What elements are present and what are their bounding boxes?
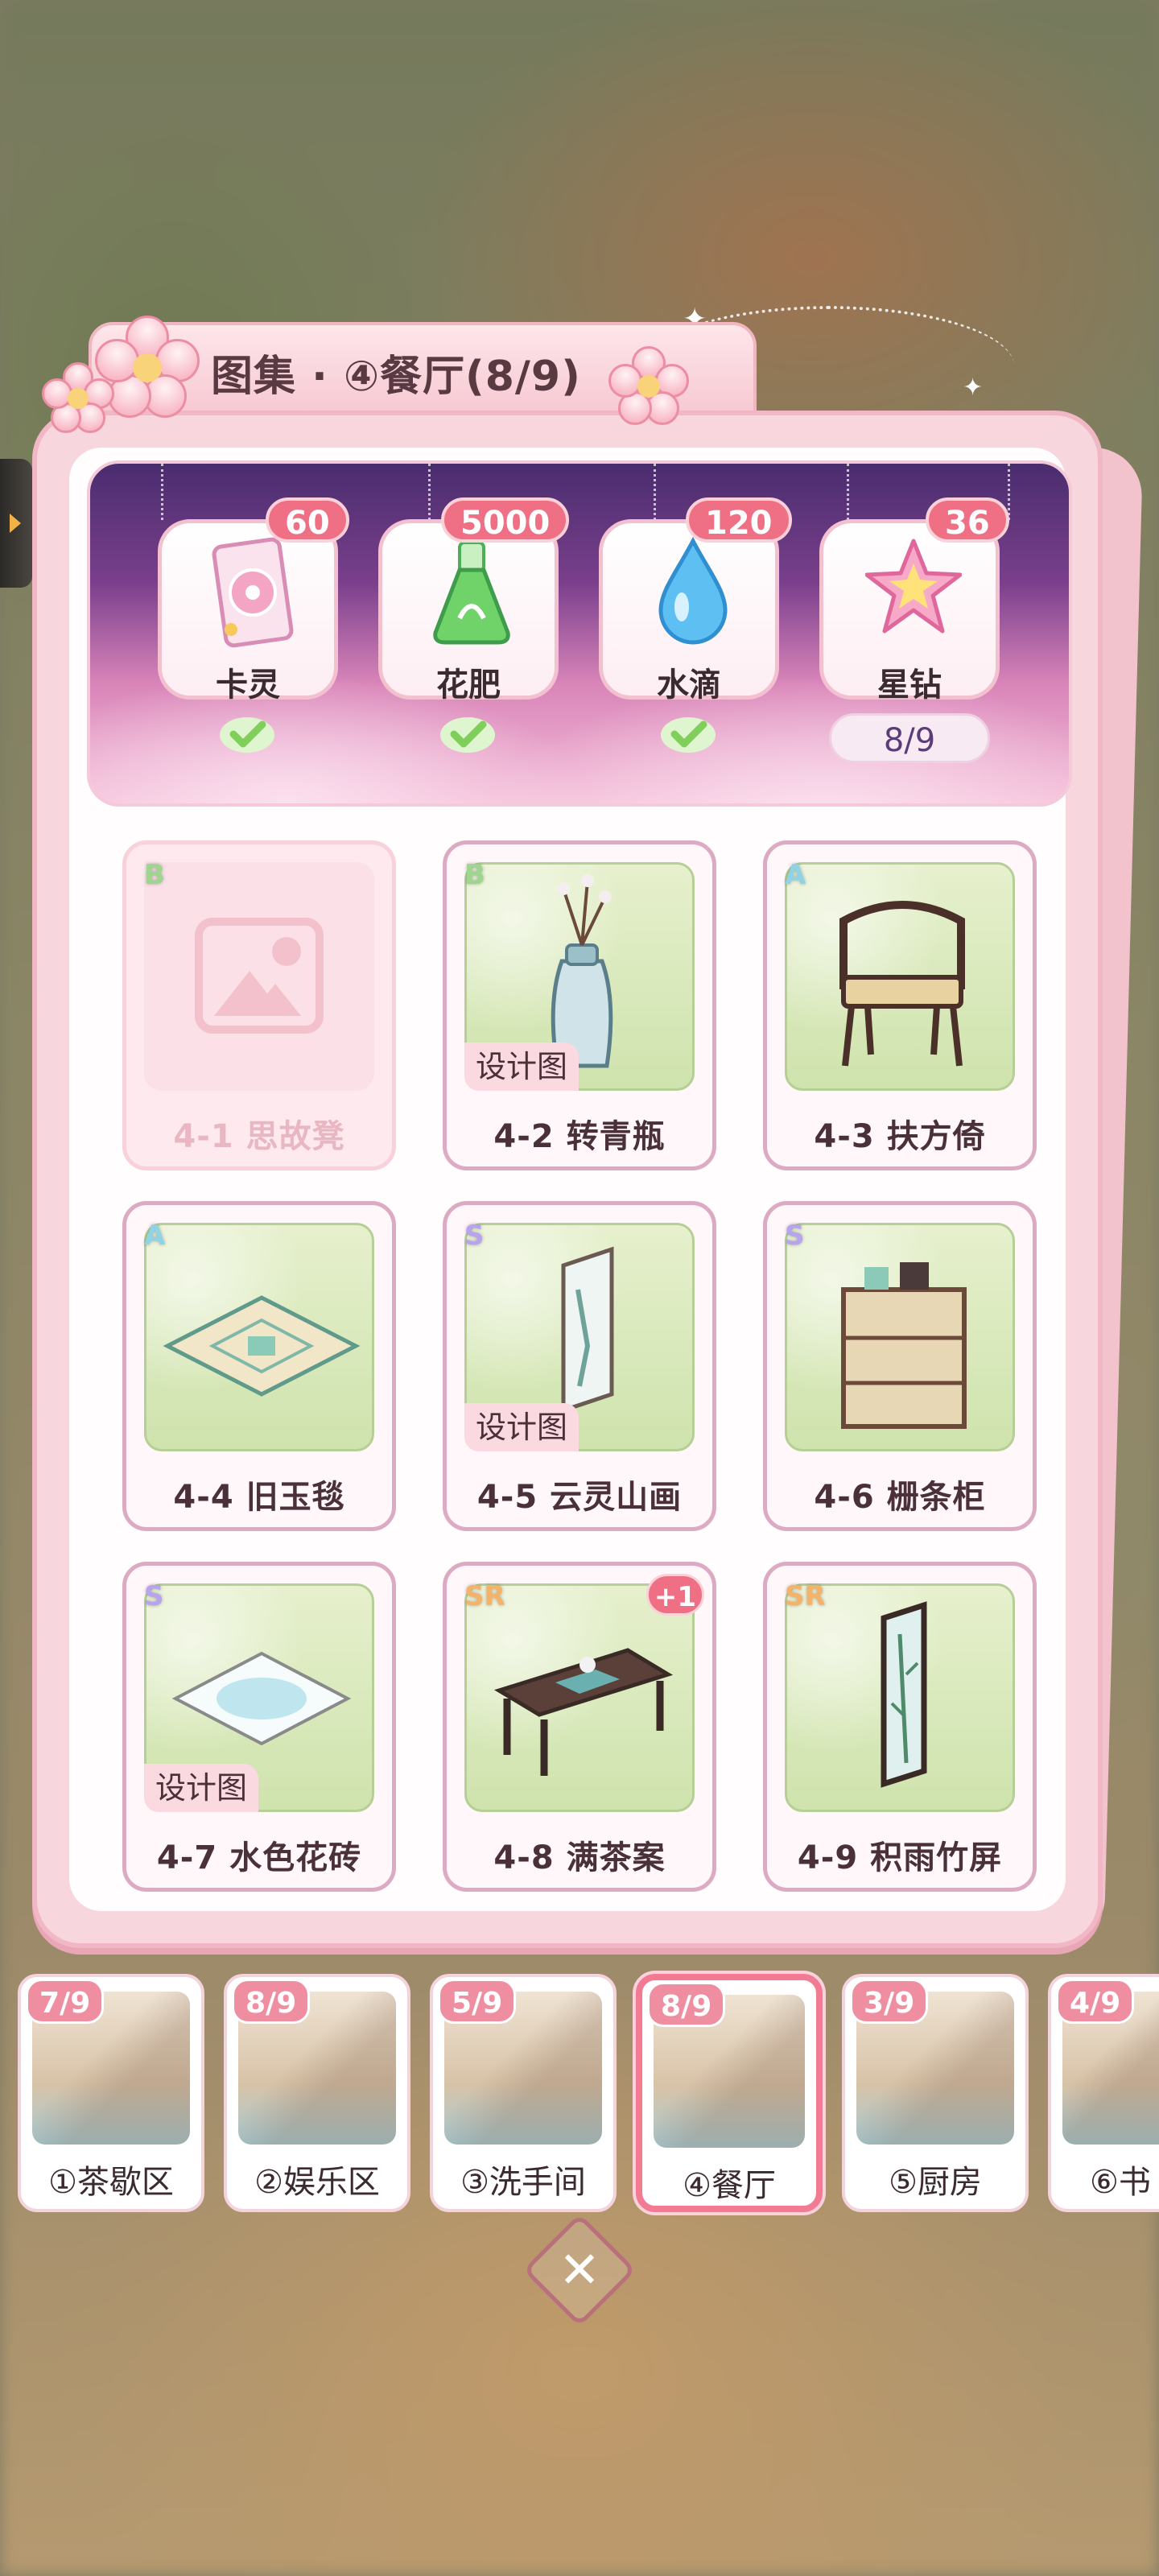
item-name: 4-6 栅条柜 bbox=[814, 1479, 986, 1516]
cabinet-icon bbox=[841, 1262, 967, 1429]
item-card[interactable]: SR +1 4-8 满茶案 bbox=[443, 1562, 716, 1892]
room-progress-badge: 8/9 bbox=[232, 1979, 311, 2024]
item-card[interactable]: B 设计图 4-2 转青瓶 bbox=[443, 840, 716, 1170]
reward-label: 星钻 bbox=[877, 667, 942, 704]
armchair-icon bbox=[839, 901, 965, 1067]
rarity-badge: S bbox=[785, 1220, 805, 1252]
room-label: ⑥书 bbox=[1090, 2164, 1151, 2201]
cherry-blossom-icon bbox=[42, 362, 114, 435]
room-progress-badge: 8/9 bbox=[647, 1982, 726, 2027]
fertilizer-flask-icon bbox=[433, 541, 510, 645]
room-progress-badge: 5/9 bbox=[438, 1979, 517, 2024]
item-image bbox=[785, 862, 1015, 1091]
room-tab-tea[interactable]: 7/9 ①茶歇区 bbox=[18, 1974, 204, 2212]
reward-label: 卡灵 bbox=[216, 667, 280, 704]
item-card[interactable]: SR 4-9 积雨竹屏 bbox=[763, 1562, 1037, 1892]
item-name: 4-7 水色花砖 bbox=[156, 1839, 362, 1876]
room-label: ⑤厨房 bbox=[889, 2164, 982, 2201]
check-icon bbox=[661, 717, 716, 753]
reward-count-badge: 120 bbox=[686, 497, 792, 543]
item-name: 4-4 旧玉毯 bbox=[173, 1479, 345, 1516]
room-label: ④餐厅 bbox=[683, 2167, 776, 2204]
water-drop-icon bbox=[658, 536, 728, 645]
blueprint-tag: 设计图 bbox=[464, 1403, 580, 1451]
reward-count-badge: 36 bbox=[926, 497, 1009, 543]
rarity-badge: A bbox=[785, 859, 806, 891]
item-image-placeholder bbox=[144, 862, 374, 1091]
rarity-badge: B bbox=[464, 859, 485, 891]
room-label: ②娱乐区 bbox=[254, 2164, 380, 2201]
item-card[interactable]: A 4-4 旧玉毯 bbox=[122, 1201, 396, 1531]
room-tab-entertainment[interactable]: 8/9 ②娱乐区 bbox=[224, 1974, 410, 2212]
item-image bbox=[144, 1223, 374, 1451]
blueprint-tag: 设计图 bbox=[464, 1042, 580, 1091]
reward-count-badge: 5000 bbox=[441, 497, 570, 543]
reward-label: 花肥 bbox=[436, 667, 501, 704]
star-diamond-icon bbox=[865, 539, 962, 634]
room-label: ①茶歇区 bbox=[48, 2164, 174, 2201]
room-progress-badge: 3/9 bbox=[850, 1979, 929, 2024]
reward-progress: 8/9 bbox=[829, 713, 990, 763]
rug-icon bbox=[163, 1295, 361, 1397]
rarity-badge: SR bbox=[464, 1580, 505, 1612]
new-count-badge: +1 bbox=[646, 1574, 704, 1616]
cherry-blossom-icon bbox=[608, 346, 689, 427]
item-image bbox=[785, 1223, 1015, 1451]
item-card[interactable]: B 4-1 思故凳 bbox=[122, 840, 396, 1170]
close-x-icon: ✕ bbox=[559, 2240, 600, 2299]
rarity-badge: B bbox=[144, 859, 165, 891]
rarity-badge: S bbox=[464, 1220, 485, 1252]
page-title: 图集 · ④餐厅(8/9) bbox=[211, 353, 581, 401]
rarity-badge: SR bbox=[785, 1580, 826, 1612]
rarity-badge: S bbox=[144, 1580, 164, 1612]
tea-table-icon bbox=[493, 1648, 674, 1776]
item-name: 4-3 扶方倚 bbox=[814, 1118, 986, 1155]
item-name: 4-5 云灵山画 bbox=[476, 1479, 683, 1516]
reward-star-diamond[interactable]: 星钻 bbox=[819, 519, 1000, 704]
bamboo-screen-icon bbox=[881, 1601, 927, 1788]
item-card[interactable]: S 设计图 4-7 水色花砖 bbox=[122, 1562, 396, 1892]
room-label: ③洗手间 bbox=[460, 2164, 586, 2201]
room-tab-study[interactable]: 4/9 ⑥书 bbox=[1048, 1974, 1159, 2212]
item-name: 4-1 思故凳 bbox=[173, 1118, 345, 1155]
item-image bbox=[785, 1583, 1015, 1812]
reward-label: 水滴 bbox=[657, 667, 721, 704]
room-progress-badge: 7/9 bbox=[26, 1979, 105, 2024]
item-image bbox=[464, 1583, 695, 1812]
reward-water[interactable]: 水滴 bbox=[599, 519, 779, 704]
room-tab-dining[interactable]: 8/9 ④餐厅 bbox=[636, 1974, 823, 2212]
check-icon bbox=[220, 717, 274, 753]
item-card[interactable]: A 4-3 扶方倚 bbox=[763, 840, 1037, 1170]
image-placeholder-icon bbox=[195, 918, 324, 1034]
rarity-badge: A bbox=[144, 1220, 166, 1252]
room-progress-badge: 4/9 bbox=[1056, 1979, 1135, 2024]
reward-fertilizer[interactable]: 花肥 bbox=[378, 519, 559, 704]
side-drawer-tab[interactable] bbox=[0, 459, 32, 588]
item-name: 4-8 满茶案 bbox=[493, 1839, 666, 1876]
item-name: 4-9 积雨竹屏 bbox=[797, 1839, 1003, 1876]
reward-count-badge: 60 bbox=[266, 497, 349, 543]
card-icon bbox=[212, 537, 294, 648]
room-tab-restroom[interactable]: 5/9 ③洗手间 bbox=[430, 1974, 617, 2212]
reward-card-ling[interactable]: 卡灵 bbox=[158, 519, 338, 704]
item-name: 4-2 转青瓶 bbox=[493, 1118, 666, 1155]
blueprint-tag: 设计图 bbox=[144, 1764, 259, 1812]
item-card[interactable]: S 4-6 栅条柜 bbox=[763, 1201, 1037, 1531]
room-tab-kitchen[interactable]: 3/9 ⑤厨房 bbox=[842, 1974, 1029, 2212]
check-icon bbox=[440, 717, 495, 753]
item-card[interactable]: S 设计图 4-5 云灵山画 bbox=[443, 1201, 716, 1531]
sparkle-icon: ✦ bbox=[963, 374, 984, 402]
